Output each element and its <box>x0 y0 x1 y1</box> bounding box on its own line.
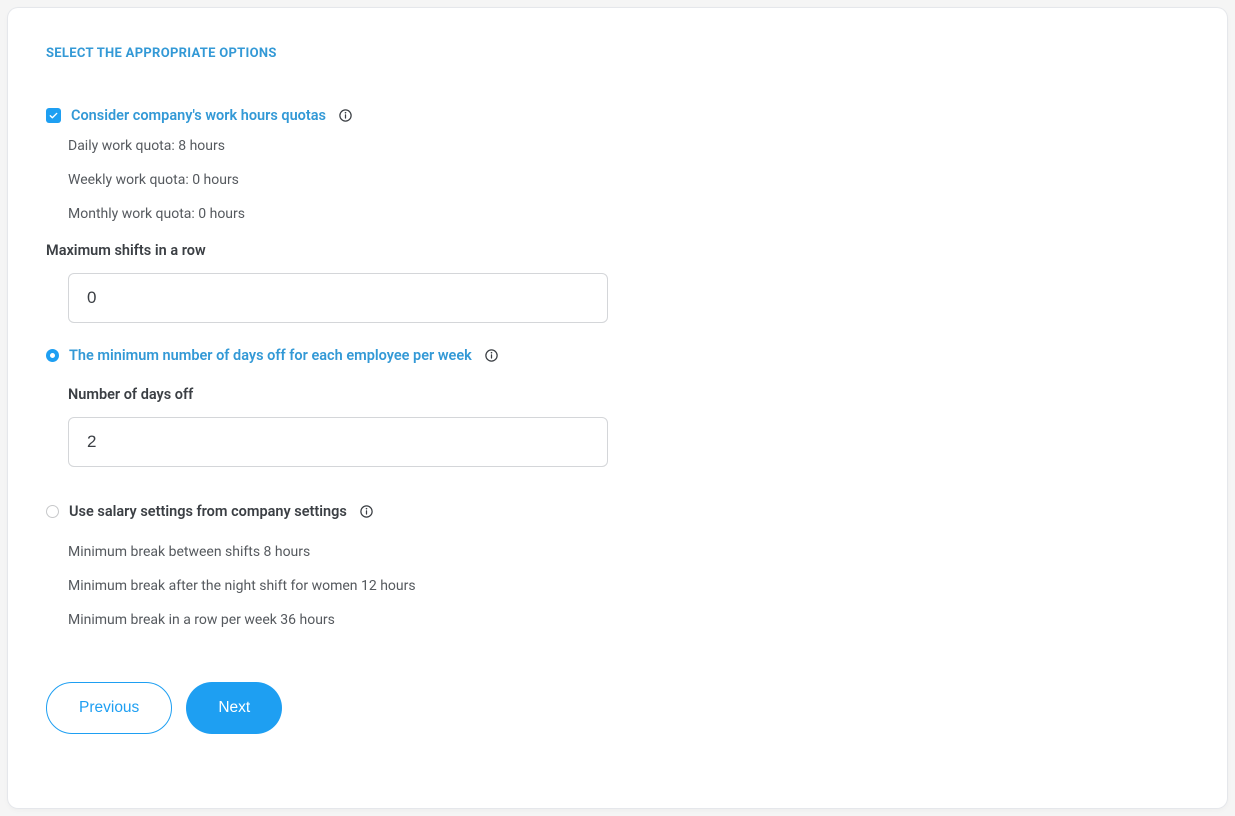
next-button[interactable]: Next <box>186 682 282 734</box>
check-icon <box>48 110 59 121</box>
info-icon[interactable] <box>338 108 353 123</box>
wizard-buttons: Previous Next <box>46 682 1189 734</box>
days-off-input[interactable] <box>68 417 608 467</box>
quota-daily: Daily work quota: 8 hours <box>68 138 1189 154</box>
max-shifts-input-wrap <box>68 273 1189 323</box>
option-consider-quotas: Consider company's work hours quotas <box>46 107 1189 124</box>
days-off-input-wrap <box>68 417 1189 467</box>
quota-weekly: Weekly work quota: 0 hours <box>68 172 1189 188</box>
info-icon[interactable] <box>484 348 499 363</box>
days-off-label: Number of days off <box>68 386 1189 403</box>
use-salary-settings-label[interactable]: Use salary settings from company setting… <box>69 503 347 520</box>
previous-button[interactable]: Previous <box>46 682 172 734</box>
break-between: Minimum break between shifts 8 hours <box>68 544 1189 560</box>
use-salary-settings-radio[interactable] <box>46 505 59 518</box>
min-days-off-radio[interactable] <box>46 349 59 362</box>
quotas-list: Daily work quota: 8 hours Weekly work qu… <box>68 138 1189 222</box>
section-title: SELECT THE APPROPRIATE OPTIONS <box>46 46 1189 61</box>
option-min-days-off: The minimum number of days off for each … <box>46 347 1189 364</box>
consider-quotas-label[interactable]: Consider company's work hours quotas <box>71 107 326 124</box>
options-card: SELECT THE APPROPRIATE OPTIONS Consider … <box>8 8 1227 808</box>
break-night-women: Minimum break after the night shift for … <box>68 578 1189 594</box>
break-row-week: Minimum break in a row per week 36 hours <box>68 612 1189 628</box>
info-icon[interactable] <box>359 504 374 519</box>
max-shifts-input[interactable] <box>68 273 608 323</box>
breaks-list: Minimum break between shifts 8 hours Min… <box>68 544 1189 628</box>
option-use-salary-settings: Use salary settings from company setting… <box>46 503 1189 520</box>
quota-monthly: Monthly work quota: 0 hours <box>68 206 1189 222</box>
max-shifts-label: Maximum shifts in a row <box>46 242 1189 259</box>
min-days-off-label[interactable]: The minimum number of days off for each … <box>69 347 472 364</box>
consider-quotas-checkbox[interactable] <box>46 108 61 123</box>
